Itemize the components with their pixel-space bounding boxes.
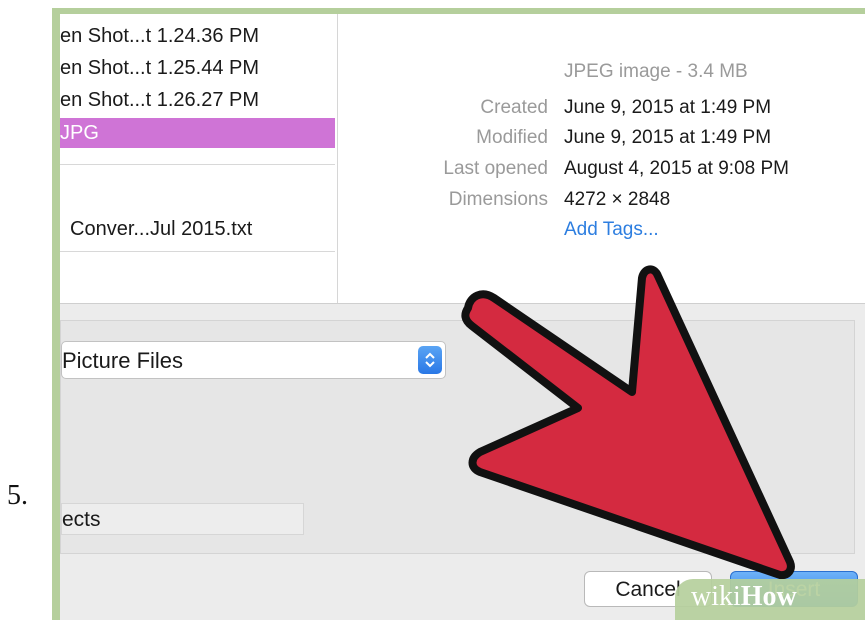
info-row: Last opened August 4, 2015 at 9:08 PM — [338, 158, 865, 186]
screenshot-frame: en Shot...t 1.24.36 PM en Shot...t 1.25.… — [52, 8, 865, 620]
divider — [60, 164, 335, 165]
options-panel: Picture Files ects — [60, 320, 855, 554]
list-item[interactable]: Conver...Jul 2015.txt — [60, 214, 335, 244]
file-type-select[interactable]: Picture Files — [61, 341, 446, 379]
divider — [60, 251, 335, 252]
step-number: 5. — [7, 480, 28, 511]
info-label: Created — [480, 97, 548, 118]
info-value: August 4, 2015 at 9:08 PM — [564, 158, 789, 179]
list-item[interactable]: en Shot...t 1.25.44 PM — [60, 53, 335, 83]
info-row: Dimensions 4272 × 2848 — [338, 189, 865, 217]
wikihow-watermark: wikiHow — [675, 579, 865, 620]
file-name: Conver...Jul 2015.txt — [70, 218, 253, 240]
info-label: Last opened — [443, 158, 548, 179]
file-type-value: Picture Files — [62, 348, 184, 373]
file-name: JPG — [60, 122, 99, 144]
info-label: Modified — [476, 127, 548, 148]
info-row: Created June 9, 2015 at 1:49 PM — [338, 97, 865, 125]
file-dialog: en Shot...t 1.24.36 PM en Shot...t 1.25.… — [60, 14, 865, 620]
file-column: en Shot...t 1.24.36 PM en Shot...t 1.25.… — [60, 14, 338, 303]
watermark-how: How — [740, 581, 797, 612]
list-item-selected[interactable]: JPG — [60, 118, 335, 148]
list-item[interactable]: en Shot...t 1.26.27 PM — [60, 85, 335, 115]
objects-label: ects — [62, 508, 101, 531]
list-item[interactable]: en Shot...t 1.24.36 PM — [60, 21, 335, 51]
info-value: June 9, 2015 at 1:49 PM — [564, 127, 772, 148]
add-tags-link[interactable]: Add Tags... — [564, 219, 659, 241]
info-label: Dimensions — [448, 189, 548, 210]
file-name: en Shot...t 1.24.36 PM — [60, 25, 260, 47]
watermark-wiki: wiki — [691, 581, 741, 612]
info-value: June 9, 2015 at 1:49 PM — [564, 97, 772, 118]
info-row: Modified June 9, 2015 at 1:49 PM — [338, 127, 865, 155]
info-value: 4272 × 2848 — [564, 189, 671, 210]
file-type-size: JPEG image - 3.4 MB — [564, 61, 748, 82]
preview-info-pane: JPEG image - 3.4 MB Created June 9, 2015… — [338, 14, 865, 303]
file-name: en Shot...t 1.25.44 PM — [60, 57, 260, 79]
objects-field[interactable]: ects — [61, 503, 304, 535]
file-browser: en Shot...t 1.24.36 PM en Shot...t 1.25.… — [60, 14, 865, 304]
up-down-chevron-icon[interactable] — [418, 346, 442, 374]
file-name: en Shot...t 1.26.27 PM — [60, 89, 260, 111]
